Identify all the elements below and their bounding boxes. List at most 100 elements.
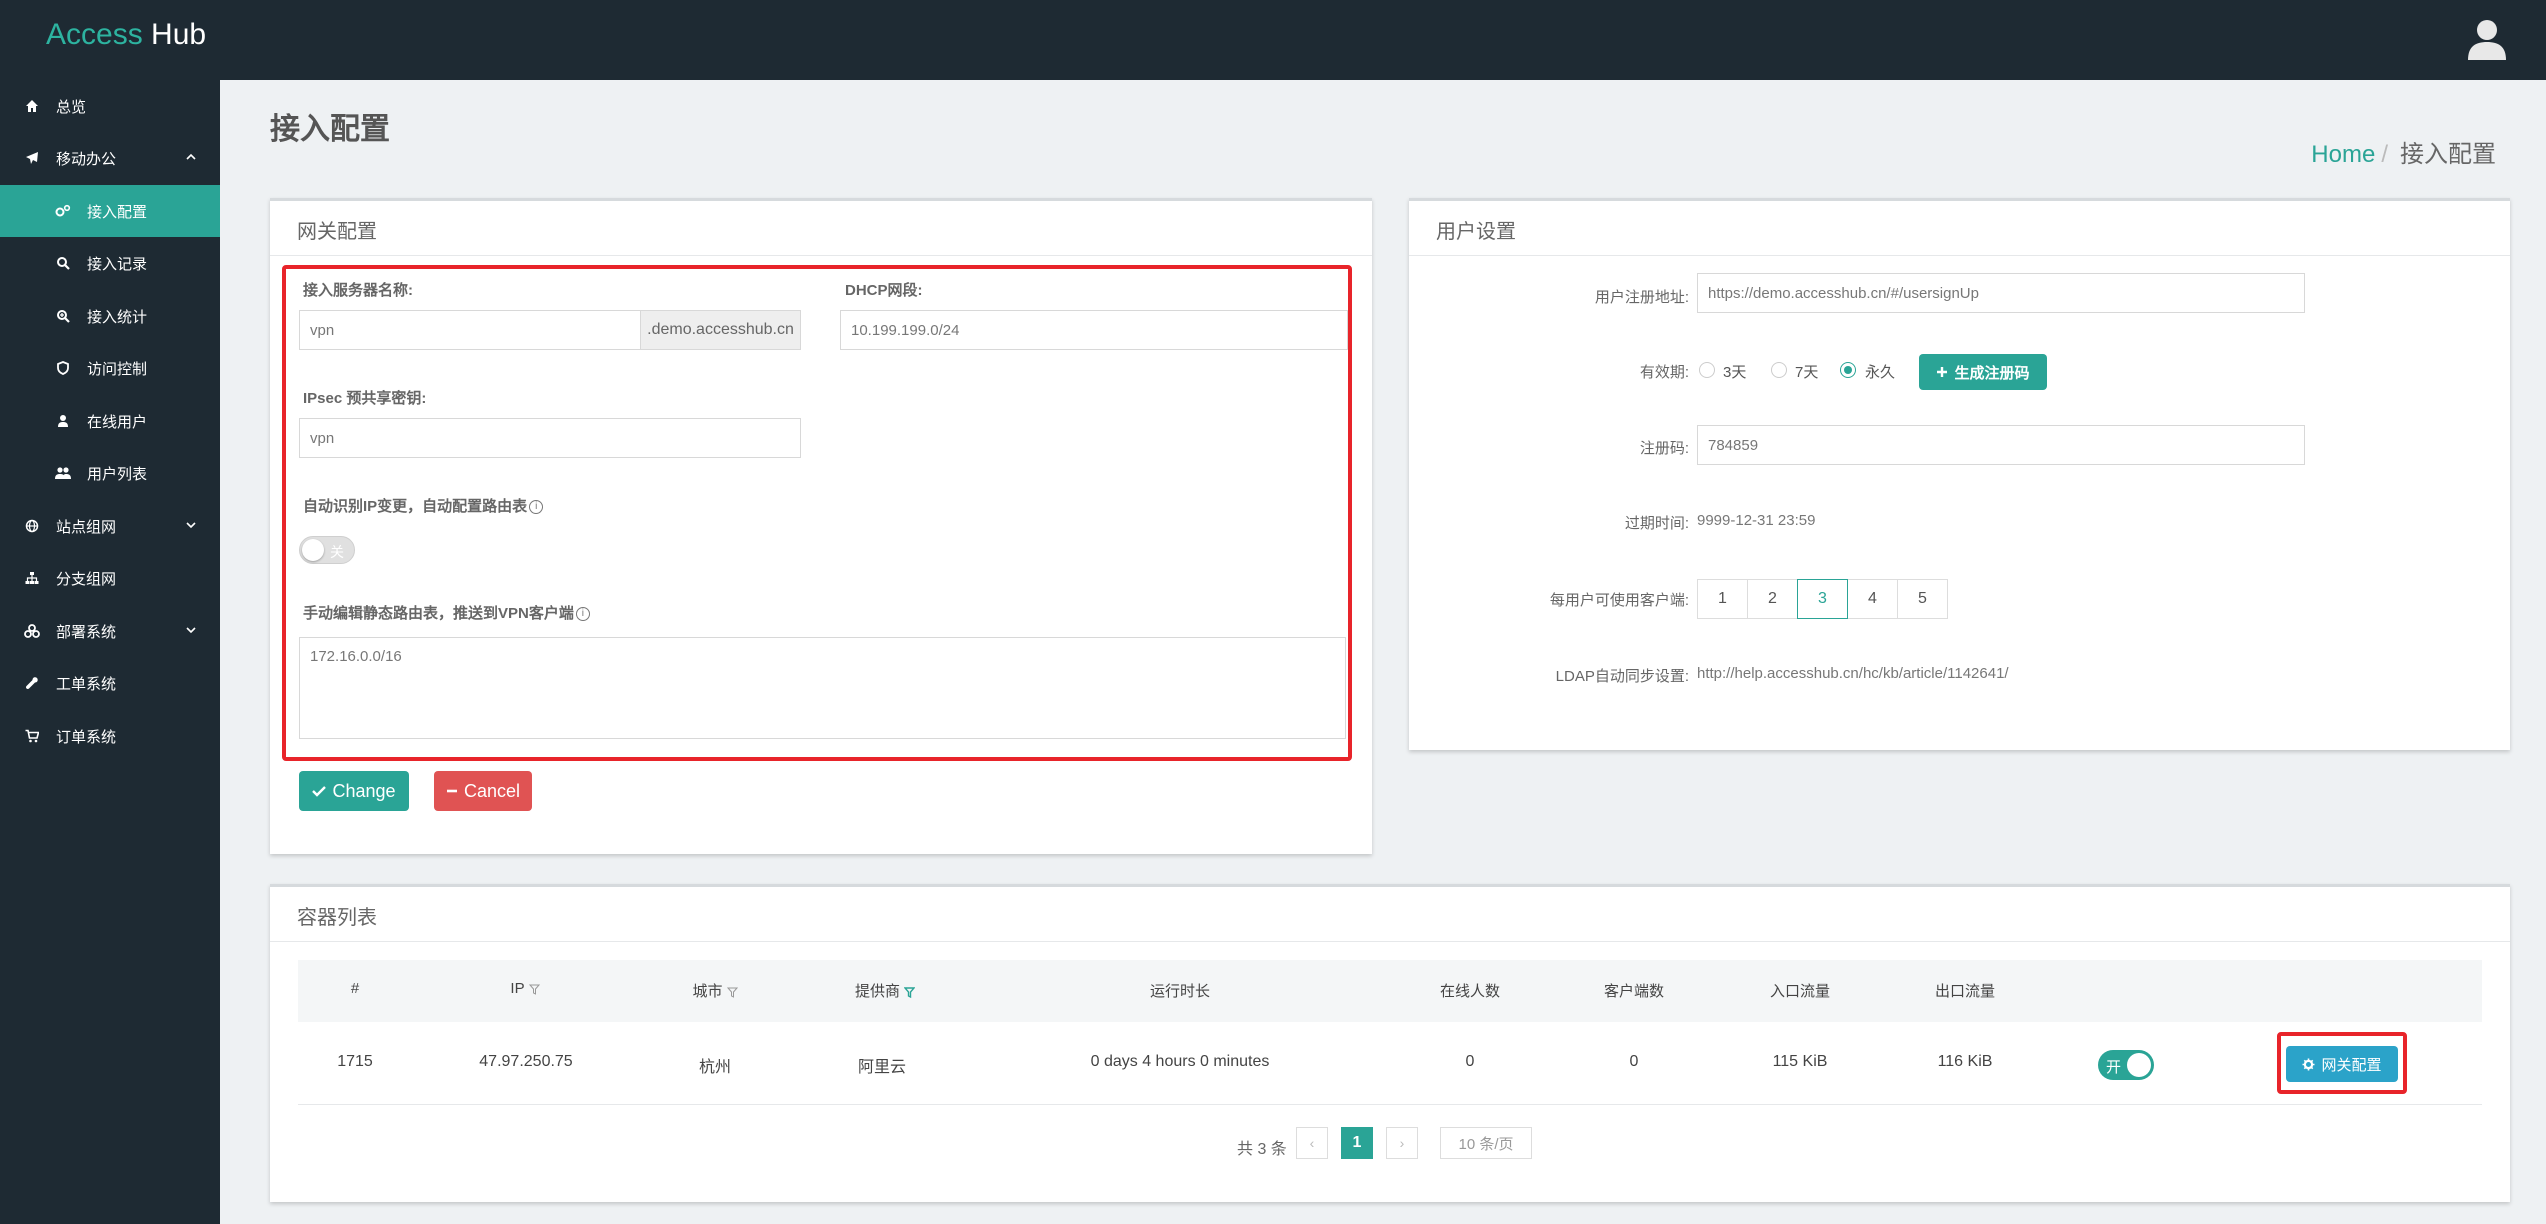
pager-next-button[interactable]: ›: [1386, 1127, 1418, 1159]
server-name-label: 接入服务器名称:: [303, 282, 413, 299]
manual-route-label-text: 手动编辑静态路由表，推送到VPN客户端: [303, 605, 574, 622]
validity-radio-3d[interactable]: [1699, 362, 1715, 378]
top-bar: Access Hub: [0, 0, 2546, 80]
card-divider: [270, 941, 2510, 942]
col-header-ip-text: IP: [510, 980, 525, 997]
static-route-textarea[interactable]: 172.16.0.0/16: [299, 637, 1346, 739]
auto-route-toggle[interactable]: 关: [299, 536, 355, 564]
sidebar-item-site-network[interactable]: 站点组网: [0, 500, 220, 552]
sitemap-icon: [24, 570, 40, 586]
auto-route-label-text: 自动识别IP变更，自动配置路由表: [303, 498, 528, 515]
sidebar-item-ticket-system[interactable]: 工单系统: [0, 657, 220, 709]
brand-logo[interactable]: Access Hub: [46, 18, 206, 52]
page-size-select[interactable]: 10 条/页: [1440, 1127, 1532, 1159]
sidebar-item-mobile-office[interactable]: 移动办公: [0, 132, 220, 184]
registration-code-input[interactable]: 784859: [1697, 425, 2305, 465]
cancel-button-label: Cancel: [463, 780, 521, 801]
plane-icon: [24, 150, 40, 166]
signup-url-label: 用户注册地址:: [1594, 289, 1689, 306]
clients-option-2[interactable]: 2: [1747, 579, 1798, 619]
ldap-label: LDAP自动同步设置:: [1555, 668, 1689, 685]
col-header-provider-text: 提供商: [854, 983, 900, 1000]
cell-outbound: 116 KiB: [1937, 1053, 1993, 1070]
plus-icon: [1937, 367, 1948, 377]
ipsec-key-input[interactable]: vpn: [299, 418, 801, 458]
pager-prev-button[interactable]: ‹: [1296, 1127, 1328, 1159]
card-divider: [270, 255, 1372, 256]
cubes-icon: [24, 623, 40, 639]
sidebar-item-deploy-system[interactable]: 部署系统: [0, 605, 220, 657]
col-header-clients: 客户端数: [1603, 983, 1664, 1000]
check-icon: [312, 786, 327, 797]
clients-option-5[interactable]: 5: [1897, 579, 1948, 619]
home-icon: [24, 98, 40, 114]
sidebar-label: 部署系统: [56, 623, 117, 641]
filter-active-icon[interactable]: [904, 986, 915, 998]
user-icon: [55, 413, 71, 429]
clients-option-4[interactable]: 4: [1847, 579, 1898, 619]
sidebar-item-access-config[interactable]: 接入配置: [0, 185, 220, 237]
ldap-link[interactable]: http://help.accesshub.cn/hc/kb/article/1…: [1697, 665, 2009, 682]
table-header: [298, 960, 2482, 1022]
breadcrumb-home-link[interactable]: Home: [2311, 141, 2375, 168]
sidebar-item-overview[interactable]: 总览: [0, 80, 220, 132]
cell-ip: 47.97.250.75: [479, 1053, 573, 1070]
dhcp-input[interactable]: 10.199.199.0/24: [840, 310, 1348, 350]
sidebar-item-order-system[interactable]: 订单系统: [0, 710, 220, 762]
gateway-config-button[interactable]: 网关配置: [2286, 1046, 2398, 1082]
container-switch-toggle[interactable]: 开: [2098, 1050, 2154, 1080]
sidebar-label: 用户列表: [87, 465, 148, 483]
col-header-city[interactable]: 城市: [680, 980, 750, 1001]
breadcrumb-separator: /: [2381, 141, 2388, 168]
cell-id: 1715: [337, 1053, 373, 1070]
users-icon: [55, 465, 71, 481]
sidebar-item-access-control[interactable]: 访问控制: [0, 342, 220, 394]
sidebar-label: 接入配置: [87, 203, 148, 221]
info-icon[interactable]: i: [529, 500, 544, 515]
generate-code-button[interactable]: 生成注册码: [1919, 354, 2047, 390]
sidebar-item-online-users[interactable]: 在线用户: [0, 395, 220, 447]
signup-url-input[interactable]: https://demo.accesshub.cn/#/usersignUp: [1697, 273, 2305, 313]
pager-page-1[interactable]: 1: [1341, 1127, 1373, 1159]
sidebar-item-user-list[interactable]: 用户列表: [0, 447, 220, 499]
code-label: 注册码:: [1639, 440, 1689, 457]
sidebar-item-branch-network[interactable]: 分支组网: [0, 552, 220, 604]
sidebar-label: 移动办公: [56, 150, 117, 168]
validity-label: 有效期:: [1639, 364, 1689, 381]
gateway-card-title: 网关配置: [297, 221, 377, 243]
generate-code-label: 生成注册码: [1954, 364, 2030, 382]
col-header-online: 在线人数: [1439, 983, 1500, 1000]
validity-radio-label: 永久: [1865, 364, 1896, 381]
server-name-input[interactable]: vpn: [299, 310, 641, 350]
user-settings-title: 用户设置: [1436, 221, 1516, 243]
brand-part2: Hub: [151, 18, 207, 51]
dhcp-label: DHCP网段:: [845, 282, 923, 299]
validity-radio-label: 7天: [1795, 364, 1819, 381]
user-avatar-icon[interactable]: [2466, 18, 2508, 60]
clients-option-1[interactable]: 1: [1697, 579, 1748, 619]
clients-option-3[interactable]: 3: [1797, 579, 1848, 619]
filter-icon[interactable]: [726, 987, 738, 998]
expire-label: 过期时间:: [1624, 515, 1689, 532]
cancel-button[interactable]: Cancel: [434, 771, 532, 811]
validity-radio-label: 3天: [1723, 364, 1747, 381]
globe-icon: [24, 518, 40, 534]
row-divider: [298, 1104, 2482, 1105]
col-header-inbound: 入口流量: [1769, 983, 1830, 1000]
sidebar-label: 接入统计: [87, 308, 148, 326]
card-divider: [1409, 255, 2510, 256]
minus-icon: [446, 789, 457, 793]
chevron-down-icon: [186, 627, 196, 634]
col-header-city-text: 城市: [692, 983, 723, 1000]
expire-value: 9999-12-31 23:59: [1697, 512, 1816, 529]
filter-icon[interactable]: [528, 984, 540, 995]
col-header-ip[interactable]: IP: [490, 980, 560, 997]
info-icon[interactable]: i: [575, 607, 590, 622]
validity-radio-7d[interactable]: [1771, 362, 1787, 378]
sidebar-item-access-log[interactable]: 接入记录: [0, 237, 220, 289]
col-header-provider[interactable]: 提供商: [840, 980, 930, 1001]
sidebar-item-access-stats[interactable]: 接入统计: [0, 290, 220, 342]
validity-radio-forever[interactable]: [1840, 362, 1856, 378]
container-list-title: 容器列表: [297, 907, 377, 929]
change-button[interactable]: Change: [299, 771, 409, 811]
